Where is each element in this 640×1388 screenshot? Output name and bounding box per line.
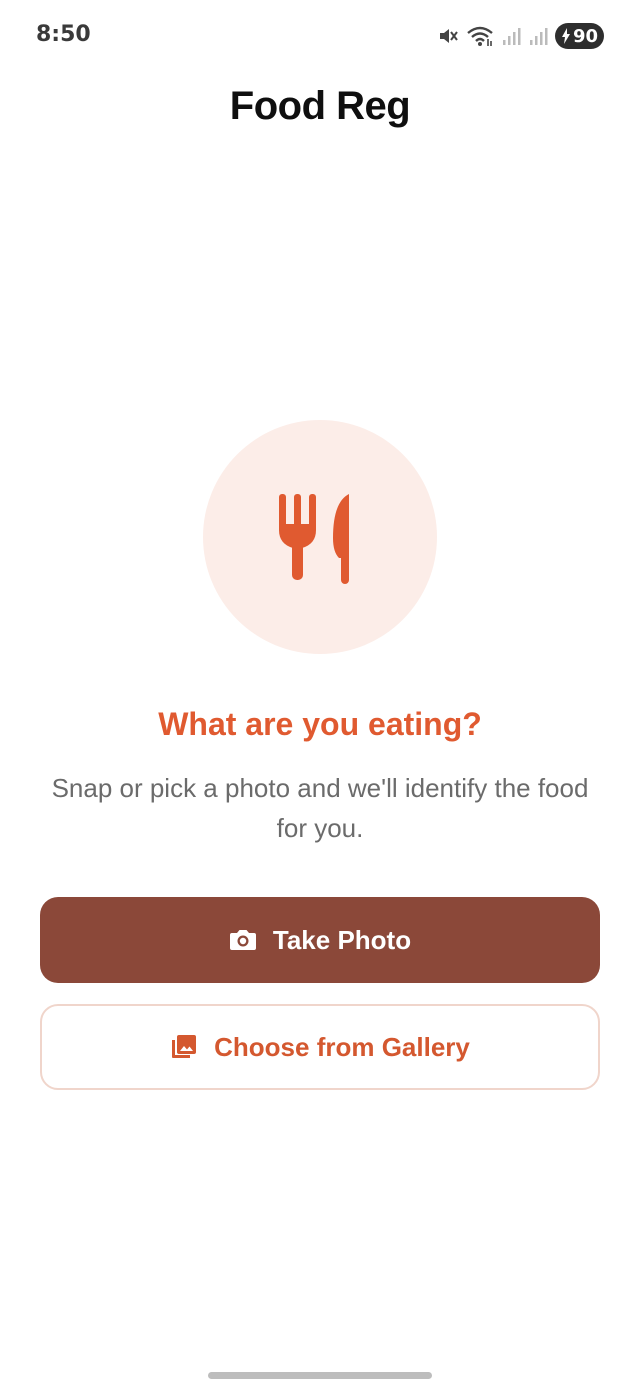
battery-charging-icon bbox=[561, 28, 570, 44]
camera-icon bbox=[229, 930, 256, 950]
hero-headline: What are you eating? bbox=[158, 706, 482, 742]
status-time: 8:50 bbox=[36, 22, 91, 47]
mute-icon bbox=[437, 25, 459, 47]
wifi-icon bbox=[466, 25, 494, 47]
hero-subtitle: Snap or pick a photo and we'll identify … bbox=[51, 773, 589, 843]
status-icons: 90 bbox=[437, 22, 604, 50]
photo-library-icon bbox=[172, 1035, 197, 1058]
home-indicator[interactable] bbox=[208, 1372, 432, 1379]
gallery-label: Choose from Gallery bbox=[214, 1031, 470, 1062]
battery-level: 90 bbox=[572, 25, 598, 47]
status-bar: 8:50 90 bbox=[0, 0, 640, 72]
battery-indicator: 90 bbox=[554, 23, 604, 49]
signal-icon bbox=[528, 26, 548, 46]
page-title: Food Reg bbox=[229, 84, 411, 128]
app-screen: 8:50 90 Food Reg What are you eating? Sn… bbox=[0, 0, 640, 1388]
take-photo-label: Take Photo bbox=[272, 924, 412, 955]
choose-from-gallery-button[interactable]: Choose from Gallery bbox=[40, 1004, 600, 1090]
signal-icon bbox=[501, 26, 521, 46]
hero-circle bbox=[203, 420, 437, 654]
take-photo-button[interactable]: Take Photo bbox=[40, 897, 600, 983]
fork-knife-icon bbox=[279, 494, 349, 584]
